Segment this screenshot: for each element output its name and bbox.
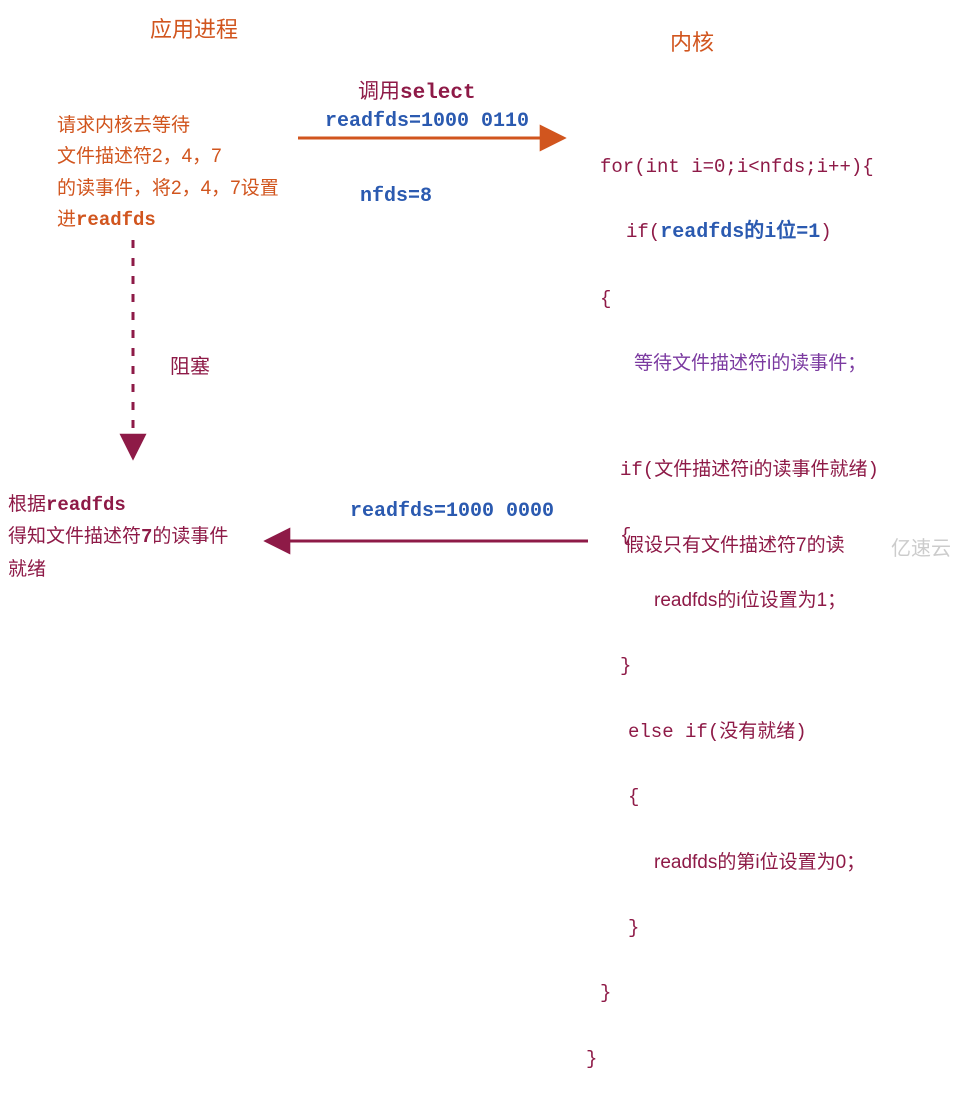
k-l4: 等待文件描述符i的读事件； [634,353,866,374]
k-l11: readfds的第i位设置为0； [654,852,865,873]
k-l13: } [600,982,611,1004]
result-line1: 根据readfds [8,489,228,521]
k-l9a: else if( [628,721,719,743]
k-l5c: ) [867,459,878,481]
result-line3: 就绪 [8,554,228,585]
k-l9b: 没有就绪 [719,721,795,742]
k-l5b: 文件描述符i的读事件就绪 [654,459,867,480]
result-line1b: readfds [46,494,126,516]
k-l5a: if( [620,459,654,481]
return-param-readfds: readfds=1000 0000 [350,500,554,523]
kernel-code-block: for(int i=0;i<nfds;i++){ if(readfds的i位=1… [600,118,879,1108]
result-line2c: 的读事件 [152,526,228,547]
k-l14: } [586,1048,597,1070]
result-block: 根据readfds 得知文件描述符7的读事件 就绪 [8,489,228,585]
k-l1: for(int i=0;i<nfds;i++){ [600,156,874,178]
k-l8: } [620,655,631,677]
k-l10: { [628,786,639,808]
result-line1a: 根据 [8,494,46,515]
k-l2b: readfds的i位=1 [660,221,820,244]
blocking-label: 阻塞 [170,350,210,379]
k-l7: readfds的i位设置为1； [654,590,846,611]
return-assumption: 假设只有文件描述符7的读 [625,530,845,557]
k-l2c: ) [820,221,831,243]
k-l3: { [600,288,611,310]
result-line2a: 得知文件描述符 [8,526,141,547]
k-l12: } [628,917,639,939]
result-line2b: 7 [141,526,152,548]
k-l9c: ) [795,721,806,743]
result-line2: 得知文件描述符7的读事件 [8,521,228,553]
k-l2a: if( [626,221,660,243]
